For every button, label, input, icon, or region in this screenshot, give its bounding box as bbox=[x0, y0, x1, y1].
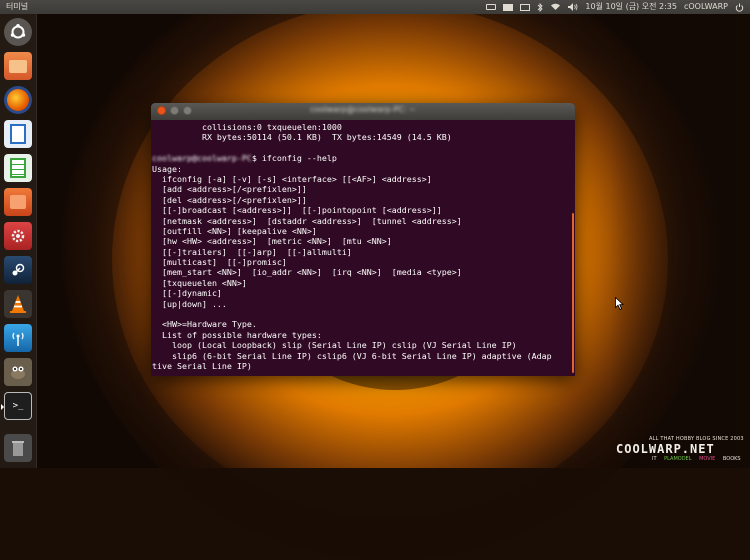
launcher-steam-button[interactable] bbox=[4, 256, 32, 284]
clock[interactable]: 10월 10일 (금) 오전 2:35 bbox=[585, 0, 677, 14]
launcher-network-button[interactable] bbox=[4, 324, 32, 352]
terminal-line: [add <address>[/<prefixlen>]] bbox=[152, 184, 307, 195]
launcher-dash-button[interactable] bbox=[4, 18, 32, 46]
terminal-window[interactable]: coolwarp@coolwarp-PC: ~ collisions:0 txq… bbox=[151, 103, 575, 376]
mailbox-icon[interactable] bbox=[503, 3, 514, 11]
volume-icon[interactable] bbox=[568, 3, 578, 11]
mail-icon[interactable] bbox=[520, 3, 531, 11]
launcher-files-button[interactable] bbox=[4, 52, 32, 80]
launcher-vlc-button[interactable] bbox=[4, 290, 32, 318]
document-icon bbox=[10, 124, 26, 144]
watermark-category: PLAMODEL bbox=[664, 456, 692, 462]
terminal-line: loop (Local Loopback) slip (Serial Line … bbox=[152, 340, 517, 351]
launcher-calc-button[interactable] bbox=[4, 154, 32, 182]
antenna-icon bbox=[12, 332, 24, 346]
terminal-line: [txqueuelen <NN>] bbox=[152, 277, 247, 288]
terminal-line: [multicast] [[-]promisc] bbox=[152, 257, 287, 268]
launcher-settings-button[interactable] bbox=[4, 222, 32, 250]
folder-icon bbox=[9, 59, 27, 73]
shopping-bag-icon bbox=[10, 195, 26, 209]
terminal-prompt-icon: >_ bbox=[12, 401, 24, 411]
active-app-title: 터미널 bbox=[6, 2, 29, 11]
top-panel: 터미널 10월 10일 (금) 오전 2:35 cOOLWARP bbox=[0, 0, 750, 14]
wallpaper-shade bbox=[610, 0, 750, 468]
power-icon[interactable] bbox=[735, 3, 744, 12]
spreadsheet-icon bbox=[10, 158, 26, 178]
watermark-category: IT bbox=[652, 456, 657, 462]
watermark-category: BOOKS bbox=[722, 456, 741, 462]
terminal-line: [del <address>[/<prefixlen>]] bbox=[152, 194, 307, 205]
terminal-line: [outfill <NN>] [keepalive <NN>] bbox=[152, 225, 317, 236]
terminal-line: [hw <HW> <address>] [metric <NN>] [mtu <… bbox=[152, 236, 392, 247]
terminal-line: [[-]trailers] [[-]arp] [[-]allmulti] bbox=[152, 246, 352, 257]
window-title: coolwarp@coolwarp-PC: ~ bbox=[310, 105, 416, 114]
trash-icon bbox=[12, 441, 24, 456]
launcher-terminal-button[interactable]: >_ bbox=[1, 392, 32, 420]
ubuntu-logo-icon bbox=[10, 24, 26, 39]
terminal-line: [netmask <address>] [dstaddr <address>] … bbox=[152, 215, 462, 226]
mouse-cursor-icon bbox=[615, 297, 624, 310]
terminal-line: [mem_start <NN>] [io_addr <NN>] [irq <NN… bbox=[152, 267, 462, 278]
terminal-line: [up|down] ... bbox=[152, 298, 227, 309]
launcher-trash-button[interactable] bbox=[4, 434, 32, 462]
prompt-user-host: coolwarp@coolwarp-PC bbox=[152, 153, 252, 164]
indicator-area: 10월 10일 (금) 오전 2:35 cOOLWARP bbox=[486, 0, 744, 14]
terminal-line: ifconfig [-a] [-v] [-s] <interface> [[<A… bbox=[152, 173, 432, 184]
wifi-icon[interactable] bbox=[550, 3, 561, 11]
terminal-line: [[-]dynamic] bbox=[152, 288, 222, 299]
launcher-firefox-button[interactable] bbox=[4, 86, 32, 114]
gimp-icon bbox=[11, 366, 25, 379]
window-titlebar[interactable]: coolwarp@coolwarp-PC: ~ bbox=[151, 103, 575, 120]
active-indicator-icon bbox=[1, 404, 4, 410]
steam-icon bbox=[12, 263, 25, 276]
firefox-icon bbox=[7, 89, 29, 111]
terminal-prompt-line: coolwarp@coolwarp-PC$ ifconfig --help bbox=[152, 153, 575, 163]
terminal-line: [[-]broadcast [<address>]] [[-]pointopoi… bbox=[152, 205, 442, 216]
bluetooth-icon[interactable] bbox=[537, 2, 544, 12]
watermark-categories: IT PLAMODEL MOVIE BOOKS bbox=[652, 456, 747, 462]
terminal-line: slip6 (6-bit Serial Line IP) cslip6 (VJ … bbox=[152, 350, 552, 361]
prompt-command: $ ifconfig --help bbox=[251, 153, 337, 164]
terminal-line: Usage: bbox=[152, 163, 182, 174]
watermark-logo: COOLWARP.NET bbox=[616, 442, 715, 456]
terminal-line: tive Serial Line IP) bbox=[152, 360, 252, 371]
launcher-software-center-button[interactable] bbox=[4, 188, 32, 216]
gear-icon bbox=[11, 229, 25, 243]
launcher-gimp-button[interactable] bbox=[4, 358, 32, 386]
launcher: >_ bbox=[0, 14, 37, 468]
watermark-category: MOVIE bbox=[699, 456, 716, 462]
traffic-cone-icon bbox=[10, 295, 26, 313]
launcher-writer-button[interactable] bbox=[4, 120, 32, 148]
terminal-line: List of possible hardware types: bbox=[152, 329, 322, 340]
terminal-line: RX bytes:50114 (50.1 KB) TX bytes:14549 … bbox=[152, 132, 452, 143]
terminal-line: collisions:0 txqueuelen:1000 bbox=[152, 122, 342, 132]
user-menu[interactable]: cOOLWARP bbox=[684, 0, 728, 14]
terminal-line: <HW>=Hardware Type. bbox=[152, 319, 257, 330]
keyboard-icon[interactable] bbox=[486, 4, 497, 10]
terminal-scrollbar[interactable] bbox=[572, 213, 574, 373]
terminal-output[interactable]: collisions:0 txqueuelen:1000 RX bytes:50… bbox=[151, 120, 575, 376]
